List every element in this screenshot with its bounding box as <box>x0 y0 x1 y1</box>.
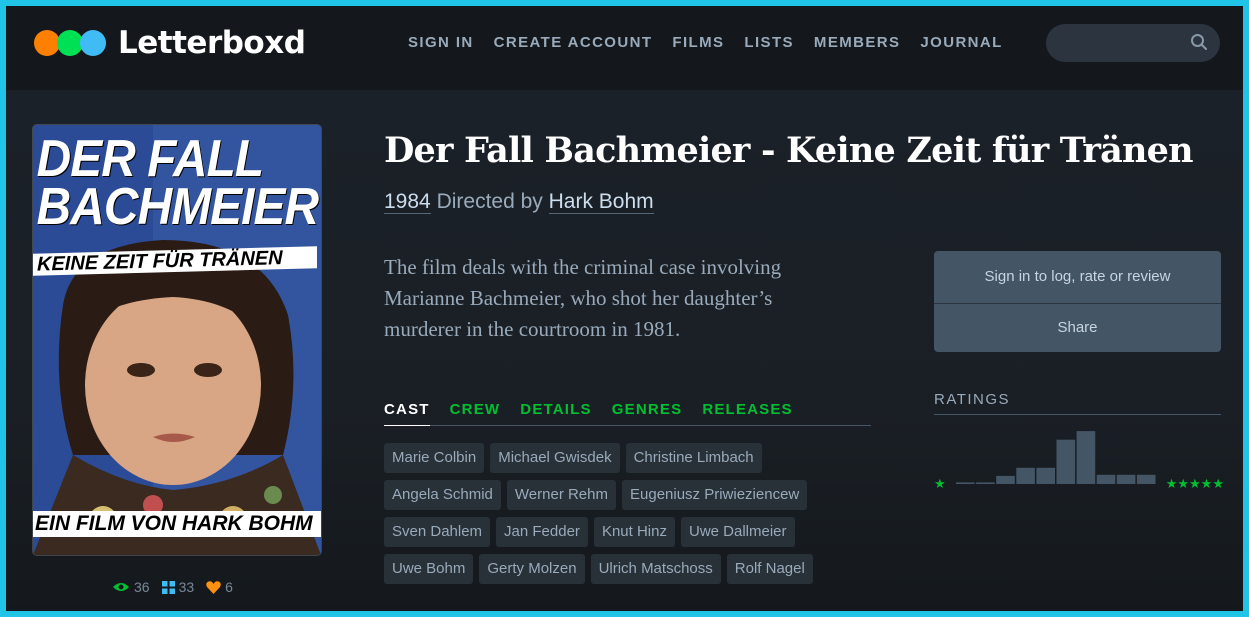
nav-films[interactable]: FILMS <box>672 34 724 51</box>
logo[interactable]: Letterboxd <box>34 25 306 61</box>
film-tabs: CAST CREW DETAILS GENRES RELEASES <box>384 401 871 426</box>
nav-lists[interactable]: LISTS <box>744 34 794 51</box>
cast-member-chip[interactable]: Michael Gwisdek <box>490 443 620 473</box>
nav-journal[interactable]: JOURNAL <box>920 34 1002 51</box>
actions-panel: Sign in to log, rate or review Share <box>934 251 1221 352</box>
film-title: Der Fall Bachmeier - Keine Zeit für Trän… <box>384 130 1194 171</box>
film-content: DER FALL BACHMEIER KEINE ZEIT FÜR TRÄNEN… <box>6 90 1243 611</box>
tab-cast[interactable]: CAST <box>384 401 430 426</box>
histogram-bar[interactable] <box>976 482 995 484</box>
poster-title-line1: DER FALL <box>36 130 264 188</box>
cast-list: Marie Colbin Michael Gwisdek Christine L… <box>384 443 854 591</box>
histogram-bar[interactable] <box>1056 439 1076 484</box>
tab-details[interactable]: DETAILS <box>520 401 591 425</box>
histogram-bar[interactable] <box>956 482 975 484</box>
lists-count: 33 <box>178 579 195 595</box>
tab-genres[interactable]: GENRES <box>612 401 683 425</box>
heart-icon <box>206 580 221 594</box>
logo-dots-icon <box>34 29 108 57</box>
cast-member-chip[interactable]: Sven Dahlem <box>384 517 491 547</box>
cast-member-chip[interactable]: Uwe Dallmeier <box>680 517 795 547</box>
cast-member-chip[interactable]: Marie Colbin <box>384 443 485 473</box>
tab-releases[interactable]: RELEASES <box>702 401 792 425</box>
film-meta: 1984 Directed by Hark Bohm <box>384 190 654 214</box>
directed-by-label: Directed by <box>436 190 543 213</box>
film-poster[interactable]: DER FALL BACHMEIER KEINE ZEIT FÜR TRÄNEN… <box>33 125 321 555</box>
lists-stat[interactable]: 33 <box>161 579 195 595</box>
likes-count: 6 <box>225 579 233 595</box>
main-nav: SIGN IN CREATE ACCOUNT FILMS LISTS MEMBE… <box>408 34 1023 51</box>
cast-member-chip[interactable]: Werner Rehm <box>506 480 616 510</box>
director-link[interactable]: Hark Bohm <box>548 190 654 214</box>
watched-count: 36 <box>134 579 150 595</box>
film-synopsis: The film deals with the criminal case in… <box>384 255 782 341</box>
cast-member-chip[interactable]: Uwe Bohm <box>384 554 474 584</box>
histogram-bar[interactable] <box>1116 474 1136 484</box>
eye-icon <box>113 583 129 591</box>
cast-member-chip[interactable]: Rolf Nagel <box>726 554 813 584</box>
site-header: Letterboxd SIGN IN CREATE ACCOUNT FILMS … <box>6 6 1243 90</box>
ratings-heading[interactable]: RATINGS <box>934 391 1221 415</box>
cast-member-chip[interactable]: Eugeniusz Priwieziencew <box>622 480 808 510</box>
grid-icon <box>161 580 175 594</box>
release-year-link[interactable]: 1984 <box>384 190 431 214</box>
cast-member-chip[interactable]: Christine Limbach <box>625 443 762 473</box>
cast-member-chip[interactable]: Angela Schmid <box>384 480 501 510</box>
logo-wordmark: Letterboxd <box>118 25 306 61</box>
one-star-icon: ★ <box>934 477 946 492</box>
blue-dot-icon <box>80 30 106 56</box>
histogram-bars <box>956 431 1156 484</box>
poster-title-line2: BACHMEIER <box>36 178 319 236</box>
histogram-bar[interactable] <box>1136 474 1156 484</box>
histogram-bar[interactable] <box>1036 467 1055 484</box>
share-button[interactable]: Share <box>934 304 1221 352</box>
nav-members[interactable]: MEMBERS <box>814 34 900 51</box>
sign-in-to-log-button[interactable]: Sign in to log, rate or review <box>934 251 1221 304</box>
likes-stat[interactable]: 6 <box>206 579 233 595</box>
poster-title: DER FALL BACHMEIER <box>33 130 319 236</box>
histogram-bar[interactable] <box>1076 431 1096 484</box>
cast-member-chip[interactable]: Ulrich Matschoss <box>590 554 721 584</box>
tab-crew[interactable]: CREW <box>450 401 501 425</box>
nav-sign-in[interactable]: SIGN IN <box>408 34 474 51</box>
page-frame: Letterboxd SIGN IN CREATE ACCOUNT FILMS … <box>0 0 1249 617</box>
search-input[interactable] <box>1046 24 1220 62</box>
ratings-histogram: ★ ★★★★★ <box>934 431 1224 492</box>
histogram-bar[interactable] <box>996 475 1015 484</box>
cast-member-chip[interactable]: Knut Hinz <box>593 517 675 547</box>
film-stats: 36 33 6 <box>112 579 245 595</box>
histogram-bar[interactable] <box>1096 474 1116 484</box>
watched-stat[interactable]: 36 <box>112 579 150 595</box>
search-icon[interactable] <box>1190 33 1208 51</box>
histogram-bar[interactable] <box>1016 467 1035 484</box>
cast-member-chip[interactable]: Gerty Molzen <box>479 554 585 584</box>
nav-create-account[interactable]: CREATE ACCOUNT <box>494 34 653 51</box>
cast-member-chip[interactable]: Jan Fedder <box>496 517 588 547</box>
five-stars-icon: ★★★★★ <box>1166 477 1224 492</box>
poster-credit: EIN FILM VON HARK BOHM <box>33 511 321 537</box>
